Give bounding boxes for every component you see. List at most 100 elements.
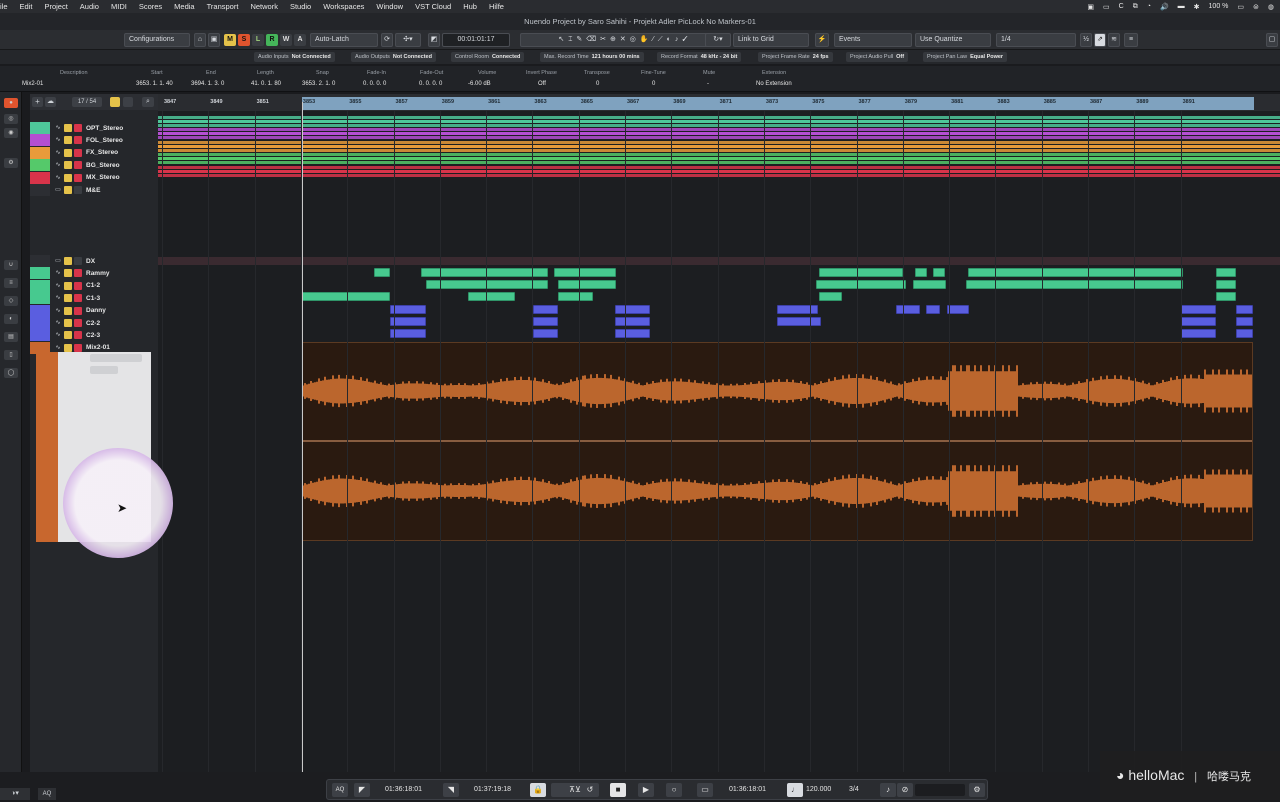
track-lane-event[interactable] — [158, 148, 1280, 152]
locate-icon[interactable]: ◩ — [428, 33, 440, 47]
siri-icon[interactable]: ◍ — [1268, 3, 1274, 11]
mute-button[interactable] — [64, 281, 72, 290]
track-name[interactable]: BG_Stereo — [86, 162, 120, 169]
track-lane-event[interactable] — [158, 124, 1280, 127]
info-extension-value[interactable]: No Extension — [756, 81, 792, 87]
track-name[interactable]: MX_Stereo — [86, 174, 120, 181]
track-lock-icon[interactable] — [110, 97, 120, 107]
mute-button[interactable] — [64, 186, 72, 194]
audio-event-clip[interactable] — [816, 280, 906, 289]
mute-button[interactable] — [64, 319, 72, 327]
track-name[interactable]: FX_Stereo — [86, 149, 118, 156]
inspector-settings-icon[interactable]: ⚙ — [4, 158, 18, 168]
track-row-c2-3[interactable]: ∿ C2-3 — [30, 329, 158, 342]
inspector-sends-icon[interactable]: ◇ — [4, 296, 18, 306]
listen-button[interactable]: L — [252, 34, 264, 46]
track-row-fx-stereo[interactable]: ∿ FX_Stereo — [30, 146, 158, 159]
mute-button[interactable] — [64, 136, 72, 145]
track-row-c1-3[interactable]: ∿ C1-3 — [30, 292, 158, 305]
zoom-preset-dropdown[interactable]: ◑▾ — [0, 788, 30, 800]
track-options-icon[interactable]: ☁ — [45, 97, 56, 107]
inspector-eq-icon[interactable]: ∪ — [4, 260, 18, 270]
track-search-icon[interactable]: ⌕ — [142, 97, 154, 107]
volume-icon[interactable]: 🔊 — [1160, 3, 1169, 11]
solo-button[interactable] — [74, 136, 82, 145]
right-locator-time[interactable]: 01:37:19:18 — [474, 783, 511, 797]
audio-event-clip[interactable] — [915, 268, 927, 277]
menu-item-edit[interactable]: Edit — [14, 2, 39, 11]
info-mute-value[interactable]: - — [707, 81, 709, 87]
time-format-icon[interactable]: ▭ — [697, 783, 713, 797]
menu-item-hilfe[interactable]: Hilfe — [483, 2, 510, 11]
track-lane-event[interactable] — [158, 132, 1280, 136]
inspector-notepad-icon[interactable]: ▤ — [4, 332, 18, 342]
audio-event-clip[interactable] — [1181, 329, 1216, 338]
inspector-inserts-icon[interactable]: ≡ — [4, 278, 18, 288]
track-folder-icon[interactable] — [123, 97, 133, 107]
info-transpose-value[interactable]: 0 — [596, 81, 599, 87]
quantize-mode-dropdown[interactable]: Use Quantize — [915, 33, 991, 47]
quantize-panel-icon[interactable]: ≋ — [1108, 33, 1120, 47]
info-end-value[interactable]: 3694. 1. 3. 0 — [191, 81, 224, 87]
inspector-monitor-icon[interactable]: ◎ — [4, 114, 18, 124]
cycle-button[interactable]: ↺ — [582, 783, 598, 797]
bluetooth-icon[interactable]: ✱ — [1194, 3, 1200, 11]
quantize-value-dropdown[interactable]: 1/4 — [996, 33, 1076, 47]
dx-folder-lane[interactable] — [158, 257, 1280, 265]
solo-button[interactable] — [74, 331, 82, 340]
menu-item-scores[interactable]: Scores — [133, 2, 168, 11]
track-name[interactable]: C1-3 — [86, 295, 100, 302]
quantize-settings-icon[interactable]: ½ — [1080, 33, 1092, 47]
audio-event-clip[interactable] — [1216, 268, 1236, 277]
tempo-display[interactable]: 120.000 — [806, 783, 831, 797]
audio-event-clip[interactable] — [374, 268, 390, 277]
solo-button[interactable] — [74, 161, 82, 170]
audio-event-clip[interactable] — [777, 305, 818, 314]
audio-event-clip[interactable] — [1216, 292, 1236, 301]
snap-type-dropdown[interactable]: Events — [834, 33, 912, 47]
info-snap-value[interactable]: 3653. 2. 1. 0 — [302, 81, 335, 87]
menu-item-workspaces[interactable]: Workspaces — [317, 2, 370, 11]
track-name[interactable]: C2-3 — [86, 332, 100, 339]
mute-button[interactable] — [64, 173, 72, 182]
control-center-icon[interactable]: ⊜ — [1253, 3, 1259, 11]
punch-icon[interactable]: ⟳ — [381, 33, 393, 47]
track-row-fol-stereo[interactable]: ∿ FOL_Stereo — [30, 134, 158, 147]
record-button[interactable]: ○ — [666, 783, 682, 797]
toolbar-menu-icon[interactable]: ≡ — [1124, 33, 1138, 47]
mix-track-monitor-buttons[interactable] — [90, 354, 142, 362]
menu-item-hub[interactable]: Hub — [457, 2, 483, 11]
automation-mode-dropdown[interactable]: Auto-Latch — [310, 33, 378, 47]
info-fadein-value[interactable]: 0. 0. 0. 0 — [363, 81, 386, 87]
event-name[interactable]: Mix2-01 — [22, 81, 43, 87]
track-row-opt-stereo[interactable]: ∿ OPT_Stereo — [30, 122, 158, 134]
mute-button[interactable] — [64, 269, 72, 278]
metronome-icon[interactable]: ♩ — [787, 783, 803, 797]
write-automation-button[interactable]: W — [280, 34, 292, 46]
audio-event-clip[interactable] — [558, 292, 593, 301]
track-name[interactable]: FOL_Stereo — [86, 137, 123, 144]
track-name[interactable]: C1-2 — [86, 282, 100, 289]
track-name[interactable]: Mix2-01 — [86, 344, 110, 351]
audio-event-clip[interactable] — [777, 317, 821, 326]
link-mode-dropdown[interactable]: Link to Grid — [733, 33, 809, 47]
inspector-record-icon[interactable]: ● — [4, 98, 18, 108]
solo-button[interactable] — [74, 281, 82, 290]
audio-event-clip[interactable] — [615, 305, 650, 314]
mute-button[interactable] — [64, 257, 72, 265]
track-lane-event[interactable] — [158, 120, 1280, 123]
ruler[interactable]: 3847 3849 3851 3853 3855 3857 3859 3861 3863 3865… — [158, 94, 1280, 111]
window-layout-icon[interactable]: ▣ — [208, 33, 220, 47]
primary-time-display[interactable]: 01:36:18:01 — [729, 783, 766, 797]
track-lane-event[interactable] — [158, 173, 1280, 177]
solo-button[interactable] — [74, 173, 82, 182]
menu-item-media[interactable]: Media — [168, 2, 200, 11]
track-row-c1-2[interactable]: ∿ C1-2 — [30, 279, 158, 292]
menu-item-audio[interactable]: Audio — [74, 2, 105, 11]
track-lane-event[interactable] — [158, 161, 1280, 165]
menu-item-vst-cloud[interactable]: VST Cloud — [409, 2, 457, 11]
track-lane-event[interactable] — [158, 169, 1280, 173]
track-row-danny[interactable]: ∿ Danny — [30, 304, 158, 317]
audio-event-clip[interactable] — [1236, 329, 1253, 338]
cloud-icon[interactable]: C — [1119, 3, 1124, 10]
